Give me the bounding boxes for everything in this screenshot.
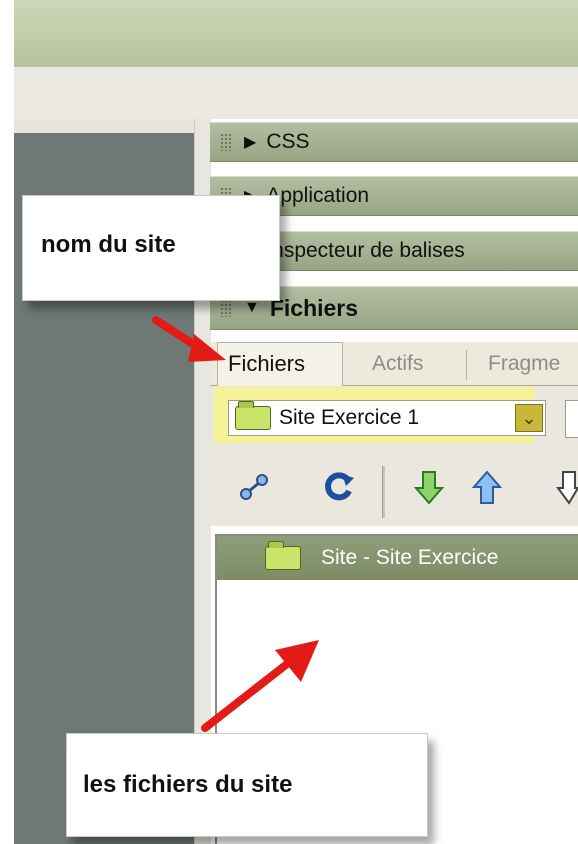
site-selector-value: Site Exercice 1 <box>279 406 420 429</box>
document-strip <box>14 119 210 133</box>
connect-icon[interactable] <box>238 470 272 510</box>
arrow-annotation-icon <box>201 640 319 732</box>
grip-icon[interactable] <box>220 133 232 151</box>
put-arrow-icon[interactable] <box>471 470 503 512</box>
title-bar <box>14 0 578 68</box>
panel-files-label: Fichiers <box>269 294 359 321</box>
view-selector[interactable] <box>565 400 578 438</box>
folder-icon <box>235 401 271 430</box>
collapse-triangle-icon[interactable]: ▼ <box>244 299 260 317</box>
callout-site-name: nom du site <box>22 195 280 301</box>
toolbar-area <box>14 67 578 119</box>
file-tree-root[interactable]: Site - Site Exercice <box>217 536 578 580</box>
file-tree-root-label: Site - Site Exercice <box>321 546 499 569</box>
tab-divider <box>466 350 467 380</box>
callout-site-files-text: les fichiers du site <box>83 771 293 798</box>
get-arrow-icon[interactable] <box>413 470 445 512</box>
tab-fichiers-label[interactable]: Fichiers <box>228 351 305 377</box>
panel-inspector-label: Inspecteur de balises <box>266 239 465 262</box>
checkout-icon[interactable] <box>556 470 578 512</box>
folder-icon <box>265 541 301 570</box>
arrow-annotation-icon <box>152 316 226 362</box>
panel-css-label: CSS <box>266 130 310 153</box>
callout-site-files: les fichiers du site <box>66 733 428 837</box>
expand-triangle-icon[interactable]: ▶ <box>244 132 256 152</box>
refresh-icon[interactable] <box>322 470 356 510</box>
callout-site-name-text: nom du site <box>41 231 176 258</box>
panel-css[interactable]: ▶ CSS <box>210 122 578 162</box>
tab-actifs[interactable]: Actifs <box>372 352 423 376</box>
site-selector[interactable]: Site Exercice 1 ⌄ <box>228 400 546 436</box>
toolbar-separator <box>382 466 385 518</box>
panel-application-label: Application <box>266 184 370 207</box>
tab-fragments[interactable]: Fragme <box>488 352 560 376</box>
chevron-down-icon[interactable]: ⌄ <box>515 404 543 432</box>
